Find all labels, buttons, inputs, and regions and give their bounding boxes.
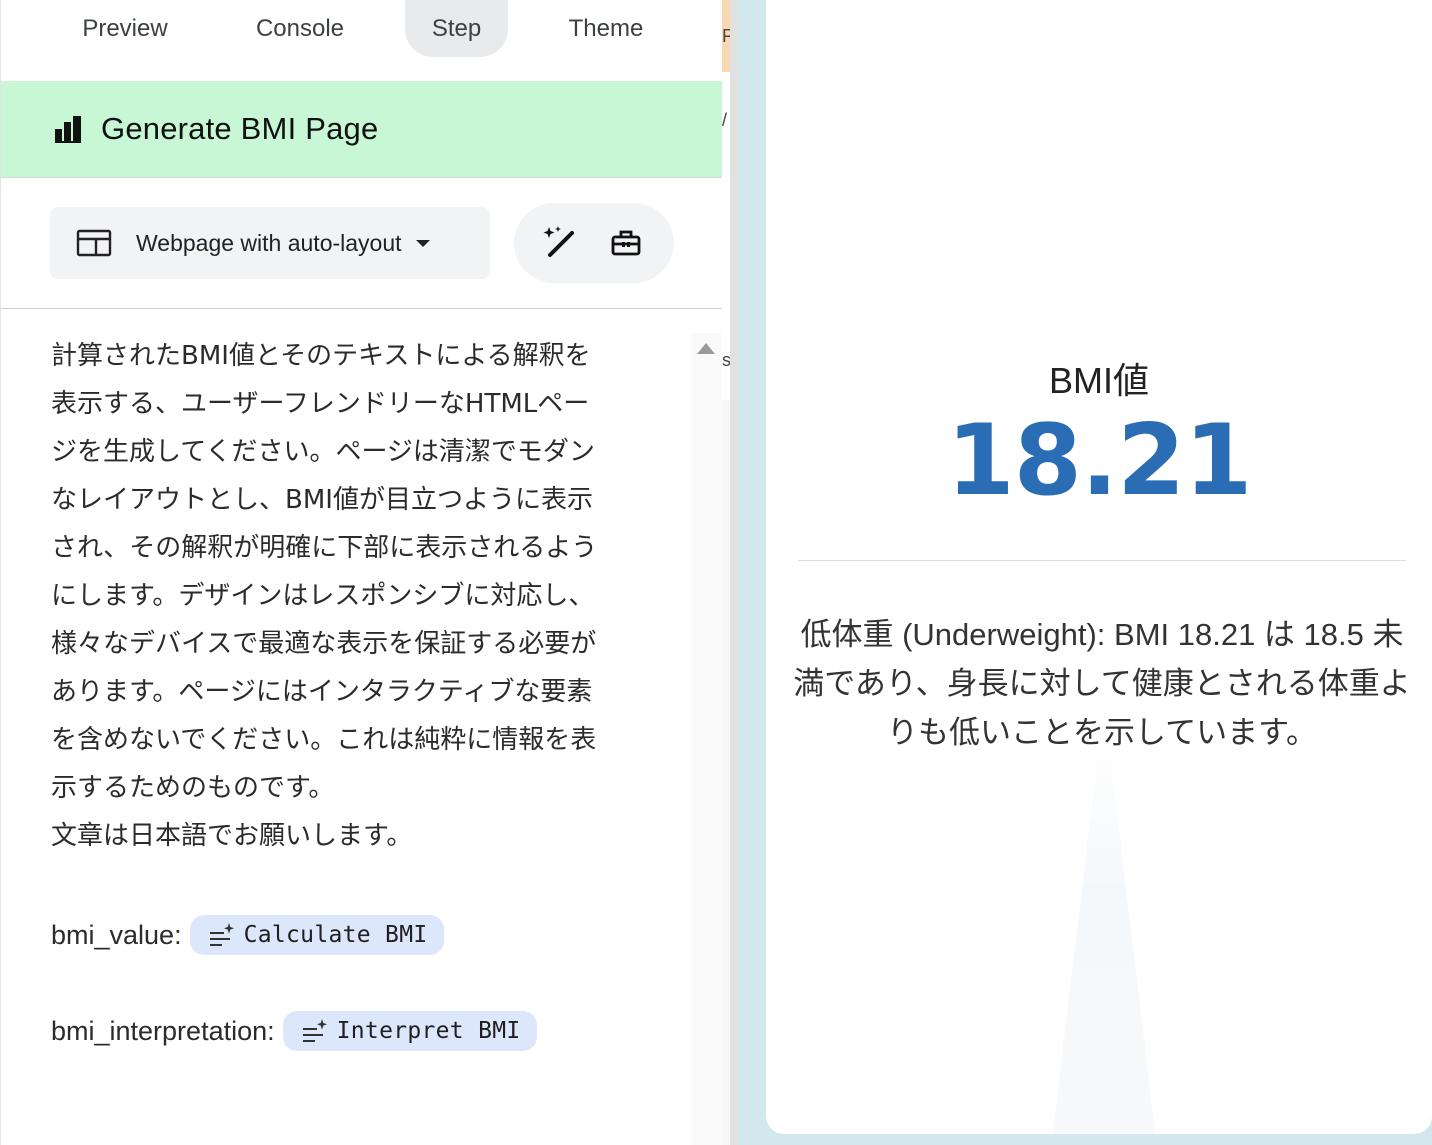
bar-chart-icon xyxy=(55,116,81,143)
step-header: Generate BMI Page xyxy=(1,81,722,178)
tab-bar: Preview Console Step Theme xyxy=(1,0,722,80)
variable-label: bmi_interpretation: xyxy=(51,1015,275,1046)
sparkle-list-icon xyxy=(302,1019,327,1042)
prompt-text[interactable]: 計算されたBMI値とそのテキストによる解釈を 表示する、ユーザーフレンドリーなH… xyxy=(51,332,651,860)
editor-panel: Preview Console Step Theme Generate BMI … xyxy=(0,0,722,1145)
layout-dropdown-label: Webpage with auto-layout xyxy=(136,229,402,256)
chip-label: Interpret BMI xyxy=(336,1018,521,1044)
tab-step[interactable]: Step xyxy=(405,0,508,57)
calculate-bmi-chip[interactable]: Calculate BMI xyxy=(189,915,444,955)
collapsed-panel-edge: F / s xyxy=(722,0,730,1145)
prompt-scrollbar[interactable] xyxy=(691,333,722,1145)
variable-row-bmi-value: bmi_value: Calculate BMI xyxy=(51,915,444,955)
page-title: Generate BMI Page xyxy=(101,111,379,146)
variable-label: bmi_value: xyxy=(51,919,182,950)
toolbox-button[interactable] xyxy=(604,221,648,265)
tab-theme[interactable]: Theme xyxy=(531,0,681,57)
collapsed-panel-body xyxy=(722,400,730,1145)
layout-icon xyxy=(76,229,112,257)
chevron-down-icon xyxy=(415,239,430,247)
sparkle-list-icon xyxy=(209,923,234,946)
layout-dropdown[interactable]: Webpage with auto-layout xyxy=(50,207,490,279)
bmi-value: 18.21 xyxy=(946,404,1253,518)
bmi-label: BMI値 xyxy=(1048,360,1149,401)
toolbox-icon xyxy=(611,230,641,256)
panel-resize-handle[interactable] xyxy=(730,0,738,1145)
bmi-interpretation: 低体重 (Underweight): BMI 18.21 は 18.5 未満であ… xyxy=(793,617,1411,750)
magic-wand-icon xyxy=(543,226,574,257)
interpret-bmi-chip[interactable]: Interpret BMI xyxy=(282,1011,537,1051)
tab-preview[interactable]: Preview xyxy=(45,0,205,57)
collapsed-panel-text: F xyxy=(722,26,730,46)
magic-wand-button[interactable] xyxy=(538,221,582,265)
scroll-up-arrow-icon[interactable] xyxy=(697,343,715,354)
bmi-result-card: BMI値 18.21 低体重 (Underweight): BMI 18.21 … xyxy=(766,0,1432,1134)
chip-label: Calculate BMI xyxy=(243,922,428,948)
tab-console[interactable]: Console xyxy=(221,0,379,57)
toolbar: Webpage with auto-layout xyxy=(1,178,722,309)
tool-button-group xyxy=(514,203,674,283)
collapsed-panel-text: / xyxy=(722,110,728,130)
collapsed-panel-text: s xyxy=(722,350,730,370)
divider xyxy=(798,560,1406,561)
background-decoration xyxy=(1052,720,1156,1134)
variable-row-bmi-interpretation: bmi_interpretation: Interpret BMI xyxy=(51,1011,537,1051)
